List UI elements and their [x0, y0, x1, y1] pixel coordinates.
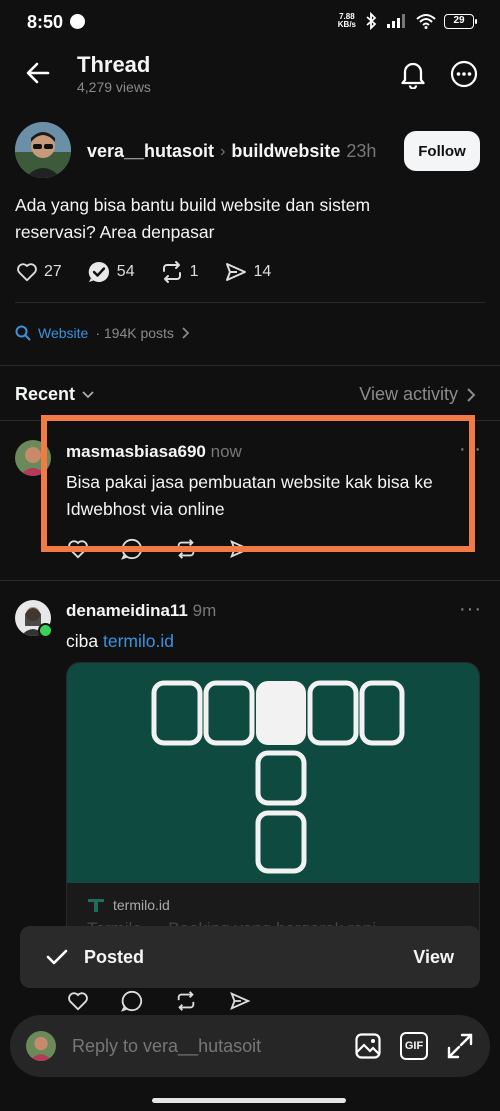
- chevron-right-icon: [182, 327, 190, 339]
- arrow-left-icon: [26, 62, 50, 84]
- like-button[interactable]: 27: [16, 261, 62, 283]
- signal-icon: [387, 14, 405, 28]
- reply-composer[interactable]: Reply to vera__hutasoit GIF: [10, 1015, 490, 1077]
- link-preview-domain-row: termilo.id: [87, 897, 459, 913]
- posted-toast: Posted View: [20, 926, 480, 988]
- avatar-photo: [15, 122, 71, 178]
- highlight-box: [41, 415, 475, 552]
- check-count: 54: [116, 263, 135, 280]
- more-circle-icon: [450, 60, 478, 88]
- share-count: 14: [253, 263, 272, 280]
- reply-author-line: denameidina11 9m: [66, 601, 216, 621]
- toast-label: Posted: [84, 946, 145, 967]
- reply-input[interactable]: Reply to vera__hutasoit: [72, 1036, 354, 1057]
- reply-link[interactable]: termilo.id: [103, 631, 174, 651]
- author-name[interactable]: vera__hutasoit: [87, 141, 214, 162]
- post-time: 23h: [346, 141, 377, 161]
- author-avatar[interactable]: [15, 122, 71, 178]
- like-count: 27: [44, 263, 62, 280]
- reply-check-button[interactable]: 54: [87, 260, 135, 284]
- divider: [15, 302, 485, 303]
- notifications-button[interactable]: [399, 59, 427, 89]
- repost-icon: [162, 261, 181, 283]
- more-horizontal-icon: ···: [459, 598, 482, 620]
- site-favicon-icon: [88, 899, 104, 912]
- page-title: Thread: [77, 52, 151, 77]
- link-preview-domain: termilo.id: [113, 897, 170, 913]
- repost-button[interactable]: 1: [160, 260, 199, 284]
- reply-author[interactable]: denameidina11: [66, 601, 188, 620]
- send-icon[interactable]: [228, 990, 252, 1012]
- bluetooth-icon: [366, 12, 377, 30]
- sort-label: Recent: [15, 384, 76, 404]
- termilo-logo: [151, 680, 405, 874]
- divider: [0, 580, 500, 581]
- view-activity-link[interactable]: View activity: [359, 384, 476, 405]
- net-speed: 7.88 KB/s: [338, 13, 356, 29]
- reply-actions: [66, 990, 252, 1012]
- topic-name: Website: [38, 325, 89, 341]
- toast-view-button[interactable]: View: [413, 947, 454, 968]
- bell-icon: [401, 62, 425, 89]
- chevron-down-icon: [82, 390, 94, 398]
- reply-more-button[interactable]: ···: [459, 598, 482, 621]
- view-count: 4,279 views: [77, 79, 151, 95]
- reply-text: ciba termilo.id: [66, 628, 174, 655]
- heart-icon[interactable]: [66, 990, 90, 1012]
- view-activity-label: View activity: [359, 384, 458, 404]
- status-time: 8:50: [27, 12, 64, 32]
- post-text: Ada yang bisa bantu build website dan si…: [15, 195, 371, 242]
- link-preview-image: [67, 663, 479, 883]
- comment-icon[interactable]: [120, 990, 144, 1012]
- wifi-icon: [416, 14, 436, 29]
- chevron-right-icon: [467, 387, 476, 402]
- link-preview-card[interactable]: termilo.id Termilo — Booking yang berger…: [66, 662, 480, 952]
- post-actions: 27 54 1 14: [16, 260, 296, 284]
- post-author-line: vera__hutasoit › buildwebsite 23h: [87, 141, 376, 162]
- heart-icon: [17, 263, 37, 282]
- more-options-button[interactable]: [450, 60, 478, 88]
- follow-button[interactable]: Follow: [404, 131, 480, 171]
- topic-tag[interactable]: Website · 194K posts: [15, 325, 191, 341]
- checkmark-icon: [46, 949, 68, 965]
- repost-count: 1: [189, 263, 199, 280]
- avatar-photo: [26, 1031, 56, 1061]
- gif-button[interactable]: GIF: [400, 1032, 428, 1060]
- community-name[interactable]: buildwebsite: [231, 141, 340, 162]
- topic-post-count: · 194K posts: [95, 325, 174, 341]
- home-indicator[interactable]: [152, 1098, 346, 1103]
- send-icon: [225, 263, 246, 281]
- online-status-icon: [38, 623, 53, 638]
- expand-icon[interactable]: [446, 1032, 474, 1060]
- repost-icon[interactable]: [174, 990, 198, 1012]
- chevron-right-icon: ›: [220, 142, 226, 160]
- divider: [0, 365, 500, 366]
- battery-icon: 29: [444, 13, 477, 29]
- reply-text-prefix: ciba: [66, 631, 103, 651]
- notification-dot-icon: [70, 14, 85, 29]
- image-icon[interactable]: [354, 1032, 382, 1060]
- back-button[interactable]: [24, 59, 52, 87]
- composer-avatar: [26, 1031, 56, 1061]
- share-button[interactable]: 14: [224, 260, 272, 284]
- check-bubble-icon: [88, 261, 109, 282]
- reply-time: 9m: [192, 601, 217, 620]
- net-speed-unit: KB/s: [337, 20, 356, 29]
- search-icon: [15, 325, 31, 341]
- sort-dropdown[interactable]: Recent: [15, 384, 95, 405]
- status-icons: 7.88 KB/s 29: [338, 12, 477, 30]
